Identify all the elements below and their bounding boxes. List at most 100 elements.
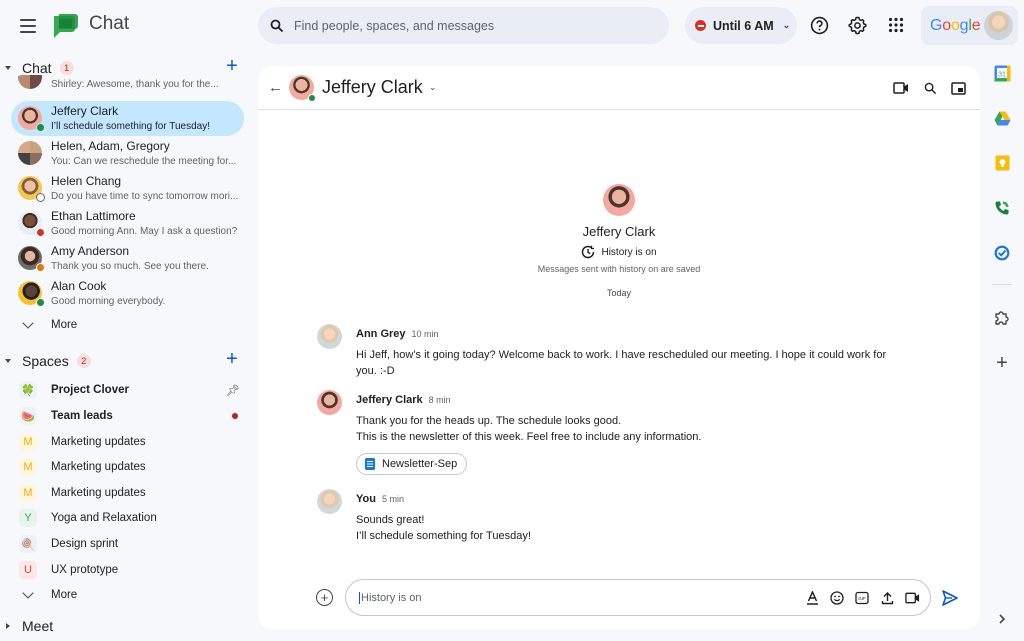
- space-label: Team leads: [51, 410, 113, 422]
- group-avatar: [18, 75, 42, 89]
- message-time: 5 min: [381, 494, 404, 504]
- pin-icon[interactable]: 📌︎: [226, 384, 240, 397]
- chevron-down-icon: [22, 587, 34, 599]
- conversation-title[interactable]: Jeffery Clark: [322, 77, 423, 98]
- dm-item-helen-chang[interactable]: Helen Chang Do you have time to sync tom…: [11, 171, 244, 206]
- space-label: Yoga and Relaxation: [51, 512, 157, 524]
- chat-more-button[interactable]: More: [20, 315, 77, 335]
- dm-name: Alan Cook: [51, 279, 107, 293]
- search-input[interactable]: [294, 18, 634, 33]
- dm-item-jeffery-clark[interactable]: Jeffery Clark I’ll schedule something fo…: [11, 101, 244, 136]
- puzzle-piece-icon: [995, 311, 1009, 325]
- space-item-project-clover[interactable]: 🍀 Project Clover 📌︎: [11, 378, 244, 402]
- dm-item-shirley-group[interactable]: Shirley: Awesome, thank you for the...: [11, 75, 244, 99]
- attachment-name: Newsletter-Sep: [382, 458, 458, 470]
- history-label: History is on: [601, 246, 657, 258]
- dnd-status-icon: [36, 228, 45, 237]
- keep-app-button[interactable]: [991, 152, 1013, 174]
- status-label: Until 6 AM: [713, 18, 774, 33]
- help-button[interactable]: [806, 12, 832, 38]
- spaces-unread-badge: 2: [76, 354, 91, 368]
- calendar-app-button[interactable]: 31: [991, 62, 1013, 84]
- spaces-section-header[interactable]: Spaces 2 +: [0, 349, 250, 373]
- text-format-icon: [806, 591, 818, 605]
- dm-snippet: You: Can we reschedule the meeting for..…: [51, 156, 237, 167]
- settings-button[interactable]: [844, 12, 870, 38]
- calendar-icon: 31: [994, 65, 1010, 81]
- message: Jeffery Clark 8 min Thank you for the hea…: [317, 390, 918, 475]
- space-avatar: M: [19, 433, 37, 451]
- svg-text:31: 31: [998, 71, 1006, 78]
- new-space-button[interactable]: +: [222, 349, 242, 370]
- video-call-button[interactable]: [891, 78, 911, 98]
- tasks-app-button[interactable]: [991, 242, 1013, 264]
- dm-item-helen-adam-gregory[interactable]: Helen, Adam, Gregory You: Can we resched…: [11, 136, 244, 171]
- google-logo: Google: [930, 16, 981, 34]
- message-input[interactable]: [359, 591, 779, 604]
- back-arrow-icon[interactable]: ←: [268, 79, 283, 96]
- keep-icon: [995, 155, 1009, 171]
- space-label: Design sprint: [51, 538, 119, 550]
- format-text-button[interactable]: [804, 590, 820, 606]
- send-icon[interactable]: [941, 589, 959, 607]
- svg-text:GIF: GIF: [858, 596, 866, 601]
- space-item-marketing-updates[interactable]: M Marketing updates: [11, 455, 244, 479]
- conversation-intro: Jeffery Clark History is on Messages sen…: [258, 184, 980, 298]
- apps-grid-icon: [888, 17, 904, 33]
- sender-avatar: [317, 324, 342, 349]
- spaces-section-title: Spaces: [22, 353, 69, 369]
- space-avatar: U: [19, 561, 37, 579]
- dm-item-amy-anderson[interactable]: Amy Anderson Thank you so much. See you …: [11, 241, 244, 276]
- voice-app-button[interactable]: [991, 197, 1013, 219]
- search-conversation-button[interactable]: [920, 78, 940, 98]
- chevron-down-icon[interactable]: ⌄: [429, 82, 437, 93]
- help-icon: [810, 16, 828, 34]
- show-side-panel-button[interactable]: [991, 608, 1013, 630]
- emoji-button[interactable]: [829, 590, 845, 606]
- main-menu-button[interactable]: [16, 14, 40, 38]
- message-composer: GIF: [345, 579, 931, 616]
- dm-snippet: Good morning everybody.: [51, 296, 166, 307]
- space-item-yoga-and-relaxation[interactable]: Y Yoga and Relaxation: [11, 506, 244, 530]
- app-title: Chat: [89, 13, 130, 34]
- search-bar[interactable]: [258, 7, 669, 44]
- add-attachment-button[interactable]: +: [316, 589, 333, 606]
- video-meeting-button[interactable]: [904, 590, 920, 606]
- gif-button[interactable]: GIF: [854, 590, 870, 606]
- new-chat-button[interactable]: +: [222, 56, 242, 77]
- message-text: Hi Jeff, how’s it going today? Welcome b…: [356, 349, 887, 361]
- chat-section-title: Chat: [22, 60, 52, 76]
- upload-button[interactable]: [879, 590, 895, 606]
- dm-item-ethan-lattimore[interactable]: Ethan Lattimore Good morning Ann. May I …: [11, 206, 244, 241]
- space-item-ux-prototype[interactable]: U UX prototype: [11, 558, 244, 582]
- space-item-marketing-updates[interactable]: M Marketing updates: [11, 481, 244, 505]
- clover-icon: 🍀: [19, 381, 37, 399]
- history-status: History is on: [258, 245, 980, 259]
- pop-out-button[interactable]: [948, 78, 968, 98]
- space-item-design-sprint[interactable]: 🍭 Design sprint: [11, 532, 244, 556]
- attachment-chip[interactable]: Newsletter-Sep: [356, 453, 468, 475]
- dm-item-alan-cook[interactable]: Alan Cook Good morning everybody.: [11, 276, 244, 311]
- get-add-ons-button[interactable]: +: [991, 352, 1013, 374]
- sender-name: You: [356, 493, 376, 505]
- meet-section-header[interactable]: Meet: [0, 614, 250, 638]
- account-button[interactable]: Google: [921, 6, 1018, 45]
- rail-divider: [992, 284, 1012, 285]
- caret-down-icon: [5, 66, 11, 70]
- history-description: Messages sent with history on are saved: [537, 264, 701, 274]
- top-bar: Chat Until 6 AM ⌄: [0, 0, 1024, 52]
- online-status-icon: [36, 298, 45, 307]
- caret-right-icon: [6, 623, 10, 629]
- add-ons-button[interactable]: [991, 307, 1013, 329]
- status-button[interactable]: Until 6 AM ⌄: [685, 7, 797, 44]
- spaces-more-button[interactable]: More: [20, 585, 77, 605]
- conversation-panel: ← Jeffery Clark ⌄ Jeffery Clark History …: [258, 66, 980, 629]
- space-item-team-leads[interactable]: 🍉 Team leads: [11, 404, 244, 428]
- sender-avatar: [317, 489, 342, 514]
- apps-button[interactable]: [883, 12, 909, 38]
- gear-icon: [847, 16, 867, 34]
- drive-app-button[interactable]: [991, 107, 1013, 129]
- group-avatar: [18, 141, 42, 165]
- dm-snippet: Shirley: Awesome, thank you for the...: [51, 79, 219, 90]
- space-item-marketing-updates[interactable]: M Marketing updates: [11, 430, 244, 454]
